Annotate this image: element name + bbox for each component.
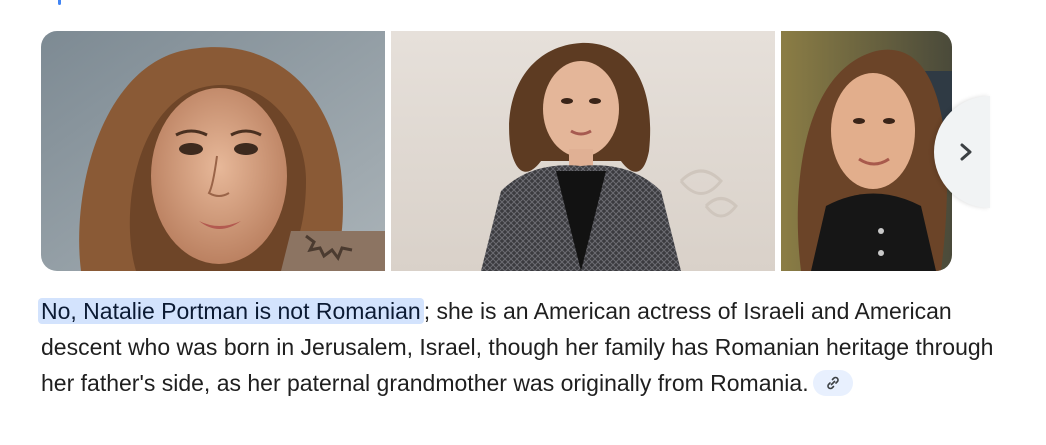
scroll-indicator	[58, 0, 61, 5]
carousel-image-1[interactable]	[41, 31, 385, 271]
carousel-image-3[interactable]	[781, 31, 952, 271]
answer-highlight: No, Natalie Portman is not Romanian	[38, 298, 424, 324]
carousel-image-2[interactable]	[391, 31, 775, 271]
ai-overview-panel: No, Natalie Portman is not Romanian; she…	[0, 0, 1046, 445]
chevron-right-icon	[960, 143, 972, 161]
answer-paragraph: No, Natalie Portman is not Romanian; she…	[38, 293, 1001, 401]
link-icon	[826, 376, 839, 390]
source-link-button[interactable]	[812, 369, 853, 396]
image-carousel	[41, 31, 952, 271]
